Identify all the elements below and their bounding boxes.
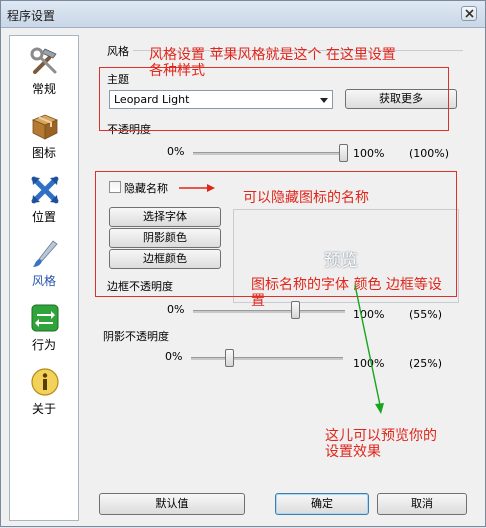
defaults-button[interactable]: 默认值 (99, 493, 245, 515)
sidebar-item-label: 行为 (31, 338, 56, 352)
opacity-value: (100%) (409, 147, 450, 160)
window-title: 程序设置 (7, 9, 56, 23)
shadow-opacity-value: (25%) (409, 357, 443, 370)
sidebar-item-behavior[interactable]: 行为 (10, 298, 78, 356)
annotation-note-preview: 这儿可以预览你的 (325, 428, 437, 444)
opacity-slider-track[interactable] (193, 152, 345, 155)
annotation-note-preview-cont: 设置效果 (325, 444, 381, 460)
shadow-opacity-min-label: 0% (165, 350, 183, 363)
settings-window: 程序设置 常规 图标 位置 风格 行为 关于 风格 主题 Leopard Lig… (0, 0, 486, 527)
sidebar-item-icons[interactable]: 图标 (10, 106, 78, 164)
close-icon (465, 9, 474, 18)
shadow-opacity-max-label: 100% (353, 357, 385, 370)
sidebar: 常规 图标 位置 风格 行为 关于 (9, 35, 79, 521)
sidebar-item-label: 图标 (31, 146, 56, 160)
shadow-opacity-label: 阴影不透明度 (103, 330, 169, 343)
border-opacity-slider-track[interactable] (193, 310, 345, 313)
sidebar-item-about[interactable]: 关于 (10, 362, 78, 420)
border-opacity-slider-thumb[interactable] (290, 301, 300, 319)
border-opacity-min-label: 0% (167, 303, 185, 316)
shadow-opacity-slider-thumb[interactable] (225, 349, 234, 367)
annotation-note-style-cont: 各种样式 (149, 63, 205, 79)
sidebar-item-label: 常规 (31, 82, 56, 96)
opacity-slider-thumb[interactable] (338, 144, 348, 162)
border-opacity-value: (55%) (409, 308, 443, 321)
ok-button[interactable]: 确定 (275, 493, 369, 515)
sidebar-item-general[interactable]: 常规 (10, 42, 78, 100)
sidebar-item-label: 关于 (31, 402, 56, 416)
annotation-note-font-cont: 置 (251, 293, 265, 309)
style-group-label: 风格 (107, 45, 129, 58)
move-arrows-icon (31, 176, 59, 204)
annotation-note-hide: 可以隐藏图标的名称 (243, 190, 369, 206)
close-button[interactable] (461, 6, 477, 21)
shadow-opacity-slider-track[interactable] (191, 357, 343, 360)
tools-icon (30, 47, 57, 74)
brush-icon (33, 240, 58, 267)
opacity-max-label: 100% (353, 147, 385, 160)
annotation-note-style: 风格设置 苹果风格就是这个 在这里设置 (149, 47, 396, 63)
sidebar-item-label: 风格 (31, 274, 56, 288)
border-opacity-max-label: 100% (353, 308, 385, 321)
sidebar-item-position[interactable]: 位置 (10, 170, 78, 228)
title-bar[interactable]: 程序设置 (1, 1, 485, 28)
arrows-icon (31, 304, 59, 332)
sidebar-item-label: 位置 (31, 210, 56, 224)
annotation-note-font: 图标名称的字体 颜色 边框等设 (251, 277, 442, 293)
box-icon (31, 114, 59, 140)
info-icon (31, 368, 59, 396)
sidebar-item-style[interactable]: 风格 (10, 234, 78, 292)
opacity-min-label: 0% (167, 145, 185, 158)
cancel-button[interactable]: 取消 (377, 493, 467, 515)
